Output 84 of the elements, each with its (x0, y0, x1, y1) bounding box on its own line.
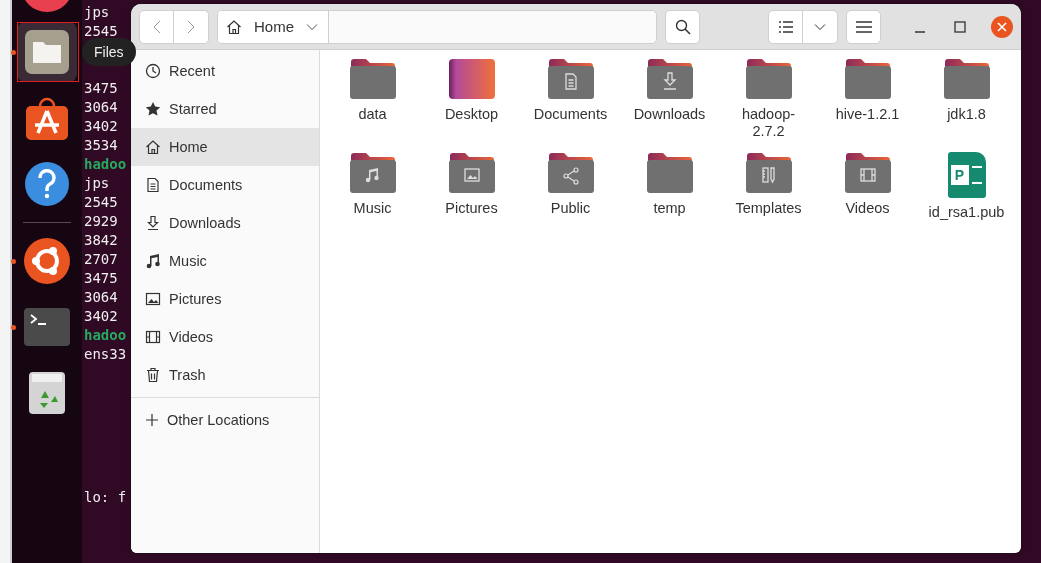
folder-icon (843, 152, 892, 194)
menu-icon (855, 20, 872, 33)
file-item[interactable]: Desktop (422, 56, 521, 140)
terminal-line: 2545 (84, 22, 118, 41)
highlight-frame (17, 22, 79, 82)
file-item[interactable]: hadoop- 2.7.2 (719, 56, 818, 140)
file-item[interactable]: jdk1.8 (917, 56, 1016, 140)
trash-icon (145, 367, 161, 383)
folder-icon (645, 58, 694, 100)
film-icon (145, 329, 161, 345)
file-item[interactable]: Public (521, 150, 620, 221)
document-icon (145, 177, 161, 193)
terminal-line: jps (84, 174, 110, 193)
other-locations-item[interactable]: Other Locations (131, 398, 319, 442)
search-icon (674, 18, 691, 35)
file-item[interactable]: hive-1.2.1 (818, 56, 917, 140)
folder-icon (546, 152, 595, 194)
folder-icon (645, 152, 694, 194)
sidebar-item[interactable]: Starred (131, 90, 319, 128)
file-item[interactable]: Documents (521, 56, 620, 140)
minimize-icon (915, 30, 925, 33)
terminal-line: 3402 (84, 117, 118, 136)
terminal-line: hadoo (84, 155, 127, 174)
terminal-line: ens33 (84, 345, 127, 364)
sidebar-item[interactable]: Music (131, 242, 319, 280)
sidebar-item[interactable]: Videos (131, 318, 319, 356)
music-icon (145, 253, 161, 269)
plus-icon (145, 413, 159, 427)
file-item[interactable]: Videos (818, 150, 917, 221)
home-icon (145, 139, 161, 155)
terminal-line: 3842 (84, 231, 118, 250)
close-button[interactable] (991, 15, 1013, 38)
file-item[interactable]: P id_rsa1.pub (917, 150, 1016, 221)
chevron-left-icon (152, 19, 161, 34)
publisher-file-icon: P (947, 152, 986, 198)
terminal-line: 3064 (84, 288, 118, 307)
terminal-line: 2545 (84, 193, 118, 212)
desktop-folder-icon (447, 58, 496, 100)
tooltip: Files (82, 38, 136, 66)
sidebar-item[interactable]: Documents (131, 166, 319, 204)
caret-icon (306, 22, 318, 31)
terminal-line: 3475 (84, 269, 118, 288)
file-item[interactable]: temp (620, 150, 719, 221)
home-icon (226, 18, 242, 35)
menu-button[interactable] (846, 9, 881, 44)
sidebar-item[interactable]: Trash (131, 356, 319, 394)
sidebar-item[interactable]: Downloads (131, 204, 319, 242)
sidebar-item[interactable]: Home (131, 128, 319, 166)
list-view-button[interactable] (768, 9, 803, 44)
sidebar-item[interactable]: Pictures (131, 280, 319, 318)
file-item[interactable]: data (323, 56, 422, 140)
folder-icon (744, 152, 793, 194)
file-item[interactable]: Pictures (422, 150, 521, 221)
maximize-icon (954, 20, 966, 33)
terminal-line: 2929 (84, 212, 118, 231)
terminal-line: 3534 (84, 136, 118, 155)
terminal-line: 3475 (84, 79, 118, 98)
folder-icon (447, 152, 496, 194)
folder-icon (348, 152, 397, 194)
folder-icon (843, 58, 892, 100)
terminal-line: hadoo (84, 326, 127, 345)
terminal-line: lo: f (84, 488, 127, 507)
folder-icon (348, 58, 397, 100)
download-icon (145, 215, 161, 231)
search-button[interactable] (665, 9, 700, 44)
files-launcher[interactable] (17, 22, 77, 82)
star-icon (145, 101, 161, 117)
clock-icon (145, 63, 161, 79)
folder-icon (744, 58, 793, 100)
terminal-line: 3064 (84, 98, 118, 117)
chevron-right-icon (187, 19, 195, 34)
folder-icon (546, 58, 595, 100)
terminal-line: 3402 (84, 307, 118, 326)
file-item[interactable]: Music (323, 150, 422, 221)
file-item[interactable]: Downloads (620, 56, 719, 140)
file-item[interactable]: Templates (719, 150, 818, 221)
list-icon (778, 20, 793, 33)
picture-icon (145, 291, 161, 307)
path-button[interactable]: Home (218, 10, 329, 43)
close-icon (997, 21, 1007, 32)
folder-icon (942, 58, 991, 100)
terminal-line: jps (84, 3, 110, 22)
terminal-line: 2707 (84, 250, 118, 269)
caret-icon (814, 22, 826, 31)
